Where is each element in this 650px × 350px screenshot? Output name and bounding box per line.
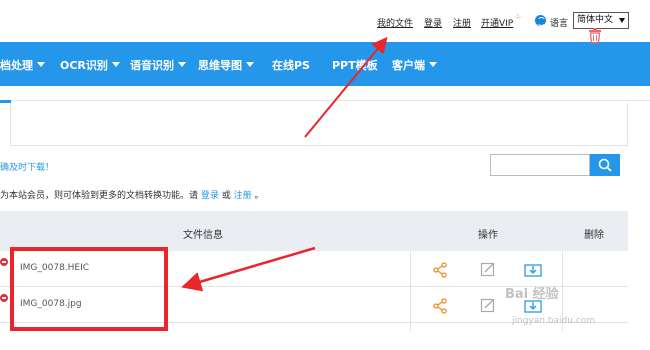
login-link[interactable]: 登录 — [424, 16, 442, 29]
nav-item-mindmap[interactable]: 思维导图 — [198, 57, 254, 73]
share-icon[interactable] — [433, 298, 447, 314]
watermark-url: jingyan.baidu.com — [512, 316, 596, 326]
language-value: 简体中文 — [577, 15, 614, 25]
nav-item-label: OCR识别 — [60, 59, 108, 72]
flame-icon: ♨ — [515, 12, 522, 20]
tab-divider — [0, 100, 650, 101]
tab-panel — [10, 103, 628, 146]
member-login-link[interactable]: 登录 — [201, 191, 219, 201]
nav-item-label: 在线PS — [272, 59, 310, 72]
edit-icon[interactable] — [480, 261, 496, 277]
nav-item-ppt[interactable]: PPT模板 — [332, 57, 378, 73]
share-icon[interactable] — [433, 262, 447, 278]
nav-item-label: 客户端 — [392, 59, 425, 72]
chevron-down-icon — [111, 62, 120, 67]
vip-link[interactable]: 开通VIP — [481, 16, 513, 29]
globe-icon — [535, 15, 546, 26]
nav-item-ps[interactable]: 在线PS — [272, 57, 310, 73]
tab-panel-edge — [10, 103, 11, 146]
highlight-box — [10, 247, 168, 331]
edit-icon[interactable] — [480, 297, 496, 313]
nav-item-speech[interactable]: 语音识别 — [130, 57, 186, 73]
member-hint-text: 为本站会员，则可体验到更多的文档转换功能。请 — [0, 191, 199, 201]
top-bar: 我的文件 登录 注册 开通VIP ♨ 语言 简体中文 — [0, 0, 650, 42]
language-label: 语言 — [550, 19, 569, 29]
register-link[interactable]: 注册 — [453, 16, 471, 29]
column-operations: 操作 — [478, 230, 498, 241]
main-nav: 档处理 OCR识别 语音识别 思维导图 在线PS PPT模板 客户端 — [0, 42, 650, 86]
nav-item-client[interactable]: 客户端 — [392, 57, 437, 73]
column-divider — [410, 251, 411, 331]
my-files-link[interactable]: 我的文件 — [377, 16, 413, 29]
nav-item-ocr[interactable]: OCR识别 — [60, 57, 120, 73]
nav-item-doc[interactable]: 档处理 — [0, 57, 45, 73]
chevron-down-icon — [37, 62, 45, 67]
column-file-info: 文件信息 — [183, 230, 223, 241]
chevron-down-icon — [619, 18, 625, 23]
remove-badge-icon[interactable] — [0, 294, 8, 302]
watermark-logo: Bai 经验 — [505, 287, 559, 302]
search-input[interactable] — [490, 154, 590, 176]
member-or-text: 或 — [221, 191, 231, 201]
search-icon — [598, 158, 612, 172]
nav-item-label: PPT模板 — [332, 59, 378, 72]
download-icon[interactable] — [524, 261, 542, 277]
nav-item-label: 档处理 — [0, 59, 33, 72]
chevron-down-icon — [429, 62, 437, 67]
download-notice: 确及时下载！ — [0, 163, 55, 173]
member-register-link[interactable]: 注册 — [234, 191, 252, 201]
member-hint: 为本站会员，则可体验到更多的文档转换功能。请 登录 或 注册 。 — [0, 188, 264, 201]
language-select[interactable]: 简体中文 — [573, 12, 629, 29]
nav-item-label: 思维导图 — [198, 59, 242, 72]
member-suffix-text: 。 — [254, 191, 264, 201]
chevron-down-icon — [246, 62, 254, 67]
table-header: 文件信息 操作 删除 — [0, 211, 628, 251]
column-delete: 删除 — [584, 230, 604, 241]
search-button[interactable] — [590, 154, 620, 176]
nav-item-label: 语音识别 — [130, 59, 174, 72]
trash-icon[interactable] — [588, 28, 602, 44]
chevron-down-icon — [178, 62, 186, 67]
remove-badge-icon[interactable] — [0, 258, 8, 266]
